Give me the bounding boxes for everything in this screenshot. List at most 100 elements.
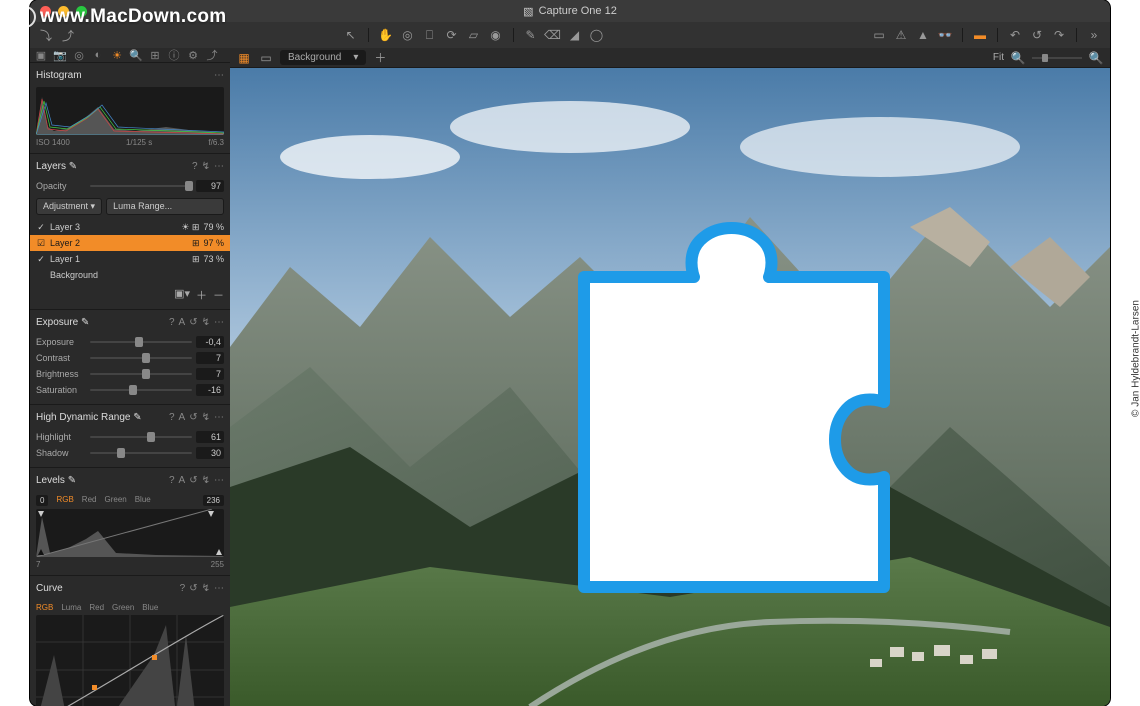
- curve-graph[interactable]: [36, 615, 224, 706]
- add-layer-icon[interactable]: ＋: [196, 287, 207, 303]
- channel-luma[interactable]: Luma: [61, 603, 81, 612]
- puzzle-overlay: [564, 157, 904, 597]
- channel-rgb[interactable]: RGB: [56, 495, 73, 506]
- single-view-icon[interactable]: ▭: [258, 50, 274, 66]
- reset-icon[interactable]: ↺: [189, 412, 197, 423]
- menu-icon[interactable]: ⋯: [214, 317, 224, 328]
- color-tab-icon[interactable]: ◐: [91, 48, 105, 62]
- hand-icon[interactable]: ✋: [378, 27, 394, 43]
- reset-icon[interactable]: ↺: [189, 583, 197, 594]
- levels-header[interactable]: Levels ✎ ? A ↺ ↯ ⋯: [36, 472, 224, 488]
- search-icon[interactable]: 🔍: [1088, 50, 1104, 66]
- warning-icon[interactable]: ⚠: [893, 27, 909, 43]
- reset-icon[interactable]: ↺: [189, 317, 197, 328]
- brush-icon: ✎: [81, 317, 89, 328]
- cursor-icon[interactable]: ↖: [343, 27, 359, 43]
- channel-rgb[interactable]: RGB: [36, 603, 53, 612]
- channel-blue[interactable]: Blue: [135, 495, 151, 506]
- photo-credit: © Jan Hyldebrandt-Larsen: [1131, 300, 1140, 417]
- menu-icon[interactable]: ⋯: [214, 583, 224, 594]
- separator: [1076, 28, 1077, 42]
- layers-panel: Layers ✎ ? ↯ ⋯ Opacity 97 Adjustment ▾ L…: [30, 154, 230, 310]
- luma-range-button[interactable]: Luma Range...: [106, 198, 224, 215]
- action-icon[interactable]: ↯: [202, 412, 210, 423]
- lens-tab-icon[interactable]: ◎: [72, 48, 86, 62]
- spot-icon[interactable]: ◉: [488, 27, 504, 43]
- channel-green[interactable]: Green: [112, 603, 134, 612]
- hdr-header[interactable]: High Dynamic Range ✎ ? A ↺ ↯ ⋯: [36, 409, 224, 425]
- layer-selector[interactable]: Background▾: [280, 50, 366, 65]
- channel-red[interactable]: Red: [89, 603, 104, 612]
- slider-highlight[interactable]: Highlight61: [36, 429, 224, 445]
- slider-shadow[interactable]: Shadow30: [36, 445, 224, 461]
- action-icon[interactable]: ↯: [202, 475, 210, 486]
- redo-icon[interactable]: ↷: [1051, 27, 1067, 43]
- library-tab-icon[interactable]: ▣: [34, 48, 48, 62]
- erase-icon[interactable]: ⌫: [545, 27, 561, 43]
- menu-icon[interactable]: ⋯: [214, 161, 224, 172]
- separator: [368, 28, 369, 42]
- add-icon[interactable]: ＋: [372, 50, 388, 66]
- histogram-header[interactable]: Histogram ⋯: [36, 67, 224, 83]
- panel-menu-icon[interactable]: ⋯: [214, 70, 224, 81]
- adjustment-button[interactable]: Adjustment ▾: [36, 198, 102, 215]
- menu-icon[interactable]: ⋯: [214, 475, 224, 486]
- delete-layer-icon[interactable]: －: [213, 287, 224, 303]
- help-icon[interactable]: ?: [192, 161, 198, 172]
- straighten-icon[interactable]: ⟳: [444, 27, 460, 43]
- crop-icon[interactable]: ⎕: [422, 27, 438, 43]
- exposure-header[interactable]: Exposure ✎ ? A ↺ ↯ ⋯: [36, 314, 224, 330]
- brush-icon[interactable]: ✎: [523, 27, 539, 43]
- gradient-icon[interactable]: ◢: [567, 27, 583, 43]
- slider-saturation[interactable]: Saturation-16: [36, 382, 224, 398]
- channel-red[interactable]: Red: [82, 495, 97, 506]
- channel-green[interactable]: Green: [104, 495, 126, 506]
- action-icon[interactable]: ↯: [202, 583, 210, 594]
- mask-icon[interactable]: ▣▾: [174, 287, 190, 303]
- reset-icon[interactable]: ↺: [189, 475, 197, 486]
- meta-tab-icon[interactable]: ⓘ: [167, 48, 181, 62]
- glasses-icon[interactable]: 👓: [937, 27, 953, 43]
- import-icon[interactable]: ⤵: [38, 27, 54, 43]
- help-icon[interactable]: ?: [169, 475, 175, 486]
- channel-blue[interactable]: Blue: [142, 603, 158, 612]
- zoom-icon[interactable]: 🔍: [1010, 50, 1026, 66]
- slider-brightness[interactable]: Brightness7: [36, 366, 224, 382]
- action-icon[interactable]: ↯: [202, 317, 210, 328]
- slider-exposure[interactable]: Exposure-0,4: [36, 334, 224, 350]
- radial-icon[interactable]: ◯: [589, 27, 605, 43]
- adjust-tab-icon[interactable]: ⊞: [148, 48, 162, 62]
- help-icon[interactable]: ?: [169, 412, 175, 423]
- layers-header[interactable]: Layers ✎ ? ↯ ⋯: [36, 158, 224, 174]
- preview-icon[interactable]: ▭: [871, 27, 887, 43]
- overlay-icon[interactable]: ▬: [972, 27, 988, 43]
- layer-item[interactable]: ✓Layer 3☀ ⊞79 %: [30, 219, 230, 235]
- details-tab-icon[interactable]: 🔍: [129, 48, 143, 62]
- opacity-slider[interactable]: Opacity 97: [36, 178, 224, 194]
- undo-icon[interactable]: ↶: [1007, 27, 1023, 43]
- capture-tab-icon[interactable]: 📷: [53, 48, 67, 62]
- loupe-icon[interactable]: ◎: [400, 27, 416, 43]
- keystone-icon[interactable]: ▱: [466, 27, 482, 43]
- histogram-footer: ISO 1400 1/125 s f/6.3: [36, 138, 224, 147]
- focus-icon[interactable]: ▲: [915, 27, 931, 43]
- layer-item[interactable]: Background: [30, 267, 230, 283]
- output-tab-icon[interactable]: ⚙: [186, 48, 200, 62]
- image-viewport[interactable]: [230, 68, 1110, 706]
- chevron-icon[interactable]: »: [1086, 27, 1102, 43]
- action-icon[interactable]: ↯: [202, 161, 210, 172]
- layer-item[interactable]: ☑Layer 2⊞97 %: [30, 235, 230, 251]
- exposure-tab-icon[interactable]: ☀: [110, 48, 124, 62]
- reset-icon[interactable]: ↺: [1029, 27, 1045, 43]
- help-icon[interactable]: ?: [169, 317, 175, 328]
- curve-header[interactable]: Curve ? ↺ ↯ ⋯: [36, 580, 224, 596]
- menu-icon[interactable]: ⋯: [214, 412, 224, 423]
- batch-tab-icon[interactable]: ⤴: [205, 48, 219, 62]
- layer-item[interactable]: ✓Layer 1⊞73 %: [30, 251, 230, 267]
- help-icon[interactable]: ?: [180, 583, 186, 594]
- curve-panel: Curve ? ↺ ↯ ⋯ RGB Luma Red Green Blue: [30, 576, 230, 706]
- levels-graph[interactable]: [36, 509, 224, 557]
- slider-contrast[interactable]: Contrast7: [36, 350, 224, 366]
- grid-view-icon[interactable]: ▦: [236, 50, 252, 66]
- export-icon[interactable]: ⤴: [60, 27, 76, 43]
